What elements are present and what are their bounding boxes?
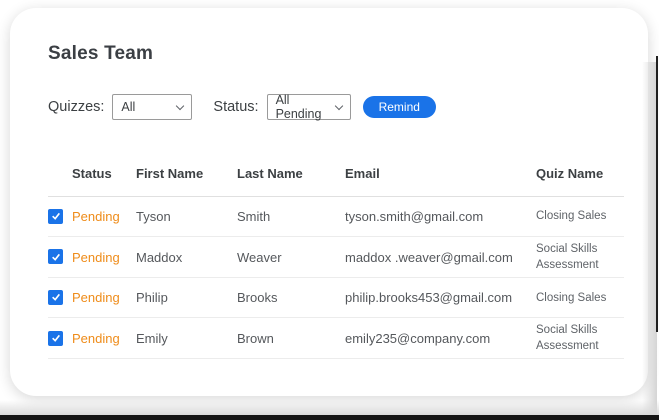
checkmark-icon xyxy=(51,333,61,343)
row-checkbox[interactable] xyxy=(48,290,63,305)
last-name-cell: Brown xyxy=(237,318,345,359)
status-select-value: All Pending xyxy=(276,93,330,121)
table-row: Pending Emily Brown emily235@company.com… xyxy=(48,318,624,359)
remind-button[interactable]: Remind xyxy=(363,96,436,118)
page-title: Sales Team xyxy=(48,43,153,65)
last-name-cell: Weaver xyxy=(237,237,345,278)
members-table: Status First Name Last Name Email Quiz N… xyxy=(48,153,624,359)
table-row: Pending Maddox Weaver maddox .weaver@gma… xyxy=(48,237,624,278)
last-name-column-header: Last Name xyxy=(237,153,345,197)
status-cell: Pending xyxy=(72,318,136,359)
table-header-row: Status First Name Last Name Email Quiz N… xyxy=(48,153,624,197)
table-row: Pending Tyson Smith tyson.smith@gmail.co… xyxy=(48,197,624,237)
row-checkbox[interactable] xyxy=(48,249,63,264)
first-name-cell: Tyson xyxy=(136,197,237,237)
quiz-name-cell: Social Skills Assessment xyxy=(536,237,624,278)
email-cell: tyson.smith@gmail.com xyxy=(345,197,536,237)
last-name-cell: Smith xyxy=(237,197,345,237)
table-row: Pending Philip Brooks philip.brooks453@g… xyxy=(48,278,624,318)
quizzes-select[interactable]: All xyxy=(112,94,192,120)
sales-team-card: Sales Team Quizzes: All Status: All Pend… xyxy=(10,8,648,396)
row-checkbox[interactable] xyxy=(48,209,63,224)
chevron-down-icon xyxy=(334,101,342,109)
status-cell: Pending xyxy=(72,278,136,318)
status-column-header: Status xyxy=(72,153,136,197)
filter-bar: Quizzes: All Status: All Pending Remind xyxy=(48,94,436,120)
checkmark-icon xyxy=(51,252,61,262)
bottom-edge-dark-bar xyxy=(0,415,659,420)
first-name-cell: Philip xyxy=(136,278,237,318)
checkbox-column-header xyxy=(48,153,72,197)
row-checkbox[interactable] xyxy=(48,331,63,346)
checkmark-icon xyxy=(51,211,61,221)
first-name-cell: Maddox xyxy=(136,237,237,278)
status-filter-label: Status: xyxy=(213,99,258,115)
status-select[interactable]: All Pending xyxy=(267,94,351,120)
quizzes-select-value: All xyxy=(121,100,135,114)
chevron-down-icon xyxy=(176,101,184,109)
quizzes-filter-label: Quizzes: xyxy=(48,99,104,115)
first-name-column-header: First Name xyxy=(136,153,237,197)
bottom-edge-shadow xyxy=(0,400,659,415)
status-cell: Pending xyxy=(72,237,136,278)
first-name-cell: Emily xyxy=(136,318,237,359)
last-name-cell: Brooks xyxy=(237,278,345,318)
quiz-name-cell: Social Skills Assessment xyxy=(536,318,624,359)
quiz-name-column-header: Quiz Name xyxy=(536,153,624,197)
right-edge-dark-line xyxy=(656,56,658,332)
status-cell: Pending xyxy=(72,197,136,237)
email-column-header: Email xyxy=(345,153,536,197)
email-cell: emily235@company.com xyxy=(345,318,536,359)
quiz-name-cell: Closing Sales xyxy=(536,197,624,237)
checkmark-icon xyxy=(51,292,61,302)
quiz-name-cell: Closing Sales xyxy=(536,278,624,318)
email-cell: maddox .weaver@gmail.com xyxy=(345,237,536,278)
right-edge-shadow xyxy=(642,62,657,415)
email-cell: philip.brooks453@gmail.com xyxy=(345,278,536,318)
